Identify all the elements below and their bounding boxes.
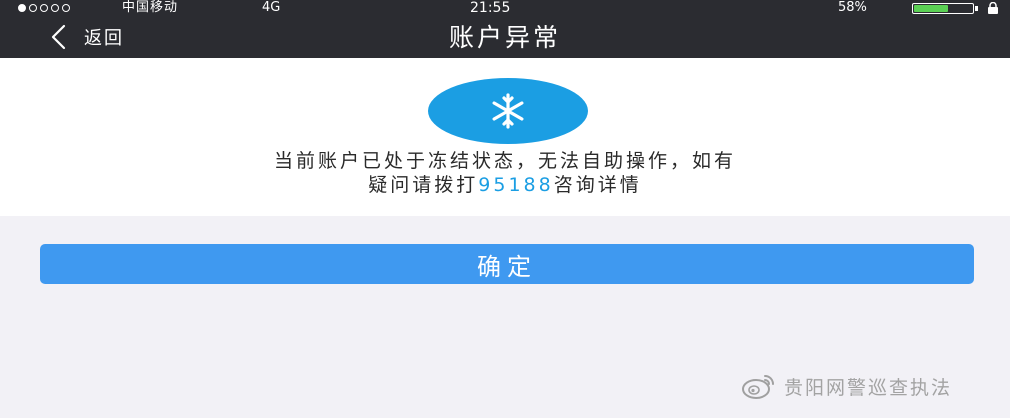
- network-type: 4G: [262, 0, 281, 15]
- signal-dot: [18, 4, 26, 12]
- freeze-badge: [428, 78, 588, 144]
- freeze-message-line2: 疑问请拨打95188咨询详情: [0, 170, 1010, 197]
- battery-percent: 58%: [838, 0, 867, 15]
- battery-level-fill: [914, 5, 948, 12]
- signal-dot: [40, 4, 48, 12]
- signal-strength-icon: [18, 4, 70, 12]
- signal-dot: [62, 4, 70, 12]
- rotation-lock-icon: [988, 2, 998, 14]
- notice-card: 当前账户已处于冻结状态，无法自助操作，如有 疑问请拨打95188咨询详情: [0, 58, 1010, 216]
- weibo-icon: [742, 375, 774, 399]
- snowflake-icon: [492, 93, 524, 129]
- hotline-number-link[interactable]: 95188: [478, 174, 553, 196]
- status-bar: 中国移动 4G 21:55 58%: [0, 0, 1010, 16]
- freeze-message-line1: 当前账户已处于冻结状态，无法自助操作，如有: [273, 150, 736, 172]
- carrier-name: 中国移动: [122, 0, 179, 15]
- watermark: 贵阳网警巡查执法: [740, 370, 952, 402]
- battery-tip: [975, 6, 978, 11]
- watermark-text: 贵阳网警巡查执法: [784, 376, 953, 399]
- app-screen: 中国移动 4G 21:55 58% 返回 账户异常 当前账户已处于冻结状态，无法…: [0, 0, 1010, 418]
- message-prefix: 疑问请拨打: [368, 174, 479, 196]
- message-suffix: 咨询详情: [553, 174, 642, 196]
- status-time: 21:55: [470, 0, 511, 16]
- confirm-button[interactable]: 确定: [40, 244, 974, 284]
- top-bar: 中国移动 4G 21:55 58% 返回 账户异常: [0, 0, 1010, 58]
- signal-dot: [29, 4, 37, 12]
- battery-icon: [912, 3, 974, 14]
- signal-dot: [51, 4, 59, 12]
- page-title: 账户异常: [448, 23, 561, 52]
